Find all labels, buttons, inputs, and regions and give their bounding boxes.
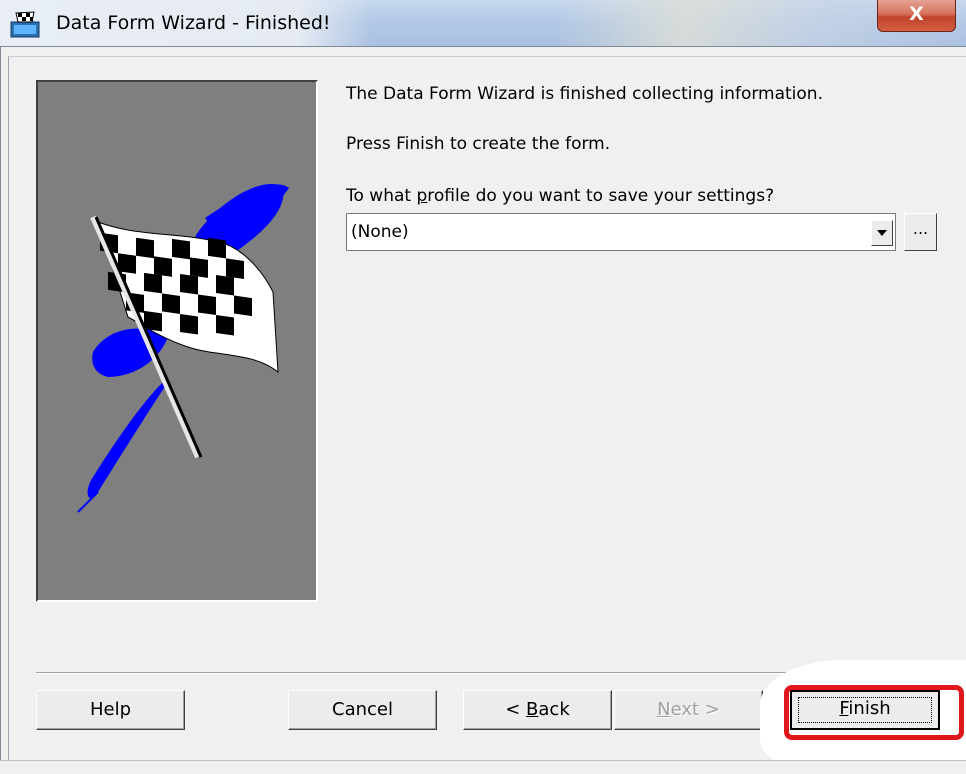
dropdown-button[interactable]: [871, 220, 893, 246]
wizard-flag-icon: [10, 11, 40, 38]
finish-highlight-annotation: [784, 685, 964, 740]
back-label-pre: <: [505, 699, 527, 720]
checkered-flag-icon: [77, 184, 290, 513]
title-bar: Data Form Wizard - Finished! X: [0, 0, 966, 46]
next-button[interactable]: Next >: [614, 690, 763, 730]
close-icon: X: [909, 3, 924, 25]
finished-message: The Data Form Wizard is finished collect…: [346, 84, 823, 104]
chevron-down-icon: [877, 230, 887, 236]
profile-label-pre: To what: [346, 186, 417, 206]
back-label-post: ack: [538, 699, 570, 720]
wizard-picture: [36, 80, 318, 602]
profile-label-post: rofile do you want to save your settings…: [427, 186, 775, 206]
next-label-post: ext >: [670, 699, 720, 720]
browse-profile-button[interactable]: ...: [904, 213, 937, 251]
cancel-button[interactable]: Cancel: [288, 690, 437, 730]
close-button[interactable]: X: [877, 0, 956, 32]
back-label-accel: B: [526, 699, 539, 720]
help-button[interactable]: Help: [36, 690, 185, 730]
window-title: Data Form Wizard - Finished!: [56, 12, 331, 34]
profile-label: To what profile do you want to save your…: [346, 186, 774, 206]
back-button[interactable]: < Back: [463, 690, 612, 730]
profile-select-value: (None): [351, 222, 409, 242]
profile-select[interactable]: (None): [346, 213, 896, 251]
instruction-message: Press Finish to create the form.: [346, 134, 611, 154]
profile-label-accel: p: [416, 186, 428, 206]
dialog-bottom-edge: [0, 760, 966, 774]
next-label-accel: N: [657, 699, 671, 720]
